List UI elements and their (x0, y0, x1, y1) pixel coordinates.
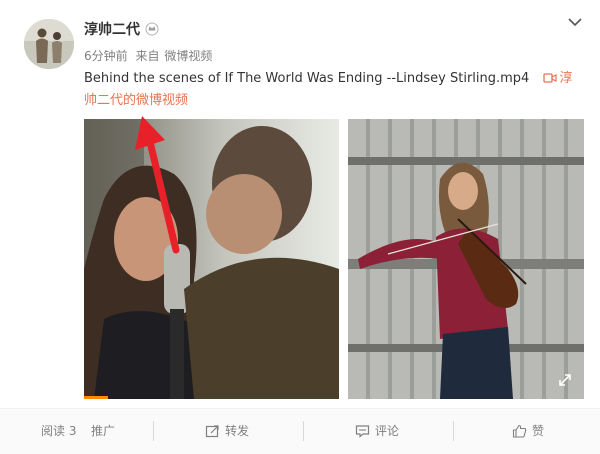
action-separator (303, 421, 304, 441)
vip-badge-icon (145, 22, 159, 36)
expand-icon[interactable] (558, 373, 572, 387)
action-separator (153, 421, 154, 441)
like-button[interactable]: 赞 (512, 409, 544, 454)
post-body: Behind the scenes of If The World Was En… (84, 71, 530, 86)
annotation-arrow (135, 116, 180, 254)
comment-icon (355, 425, 370, 438)
user-name[interactable]: 淳帅二代 (84, 19, 140, 39)
comment-label: 评论 (375, 424, 400, 438)
video-thumbnail-left[interactable] (84, 119, 339, 399)
post-source[interactable]: 微博视频 (164, 49, 212, 63)
action-bar: 阅读 3 推广 转发 评论 赞 (0, 409, 600, 454)
repost-label: 转发 (225, 424, 250, 438)
repost-button[interactable]: 转发 (205, 409, 249, 454)
post-time[interactable]: 6分钟前 (84, 49, 128, 63)
comment-button[interactable]: 评论 (355, 409, 399, 454)
video-progress (84, 396, 108, 399)
action-separator (453, 421, 454, 441)
like-label: 赞 (532, 424, 545, 438)
like-icon (512, 424, 527, 438)
read-count: 阅读 3 (41, 424, 77, 438)
video-thumbnail-right[interactable] (348, 119, 584, 399)
video-icon (543, 73, 557, 83)
avatar[interactable] (24, 19, 74, 69)
promote-button[interactable]: 推广 (91, 409, 115, 454)
from-label: 来自 (135, 49, 160, 63)
post-text: Behind the scenes of If The World Was En… (84, 68, 584, 112)
weibo-post-card: 淳帅二代 6分钟前 来自 微博视频 Behind the scenes of I… (0, 0, 600, 454)
chevron-down-icon[interactable] (566, 15, 584, 29)
post-meta: 6分钟前 来自 微博视频 (84, 47, 216, 64)
repost-icon (205, 425, 219, 438)
